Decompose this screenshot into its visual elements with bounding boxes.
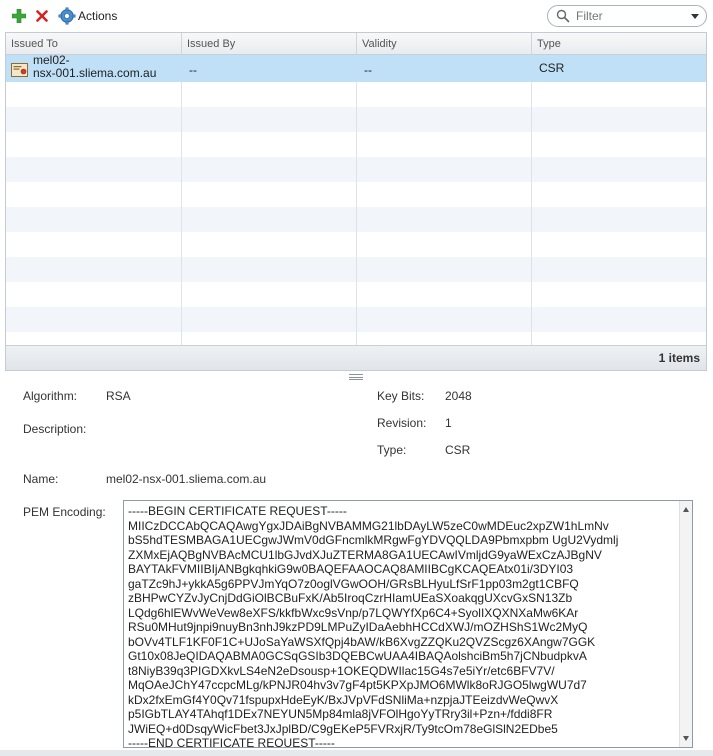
algorithm-label: Algorithm: <box>23 389 78 403</box>
name-label: Name: <box>23 472 59 486</box>
column-header-validity[interactable]: Validity <box>357 33 532 55</box>
description-label: Description: <box>23 422 87 436</box>
column-divider <box>181 55 182 347</box>
scrollbar[interactable] <box>679 501 692 747</box>
keybits-label: Key Bits: <box>377 389 425 403</box>
column-header-issued-to[interactable]: Issued To <box>6 33 182 55</box>
type-label: Type: <box>377 443 407 457</box>
table-row[interactable]: mel02- nsx-001.sliema.com.au -- -- CSR <box>6 54 706 82</box>
revision-value: 1 <box>445 416 452 430</box>
pem-encoding-textarea[interactable]: -----BEGIN CERTIFICATE REQUEST----- MIIC… <box>123 500 693 748</box>
certificate-icon <box>11 63 28 77</box>
pem-encoding-label: PEM Encoding: <box>23 505 106 519</box>
validity-cell: -- <box>364 63 372 77</box>
gear-icon <box>58 7 76 25</box>
type-value: CSR <box>445 443 471 457</box>
name-value: mel02-nsx-001.sliema.com.au <box>106 472 267 486</box>
algorithm-value: RSA <box>106 389 131 403</box>
column-header-type[interactable]: Type <box>532 33 706 55</box>
type-cell: CSR <box>539 61 565 75</box>
grid-footer: 1 items <box>6 345 706 370</box>
grid-header: Issued To Issued By Validity Type <box>6 33 706 55</box>
filter-box[interactable] <box>547 5 707 27</box>
actions-label: Actions <box>78 9 118 23</box>
column-divider <box>531 55 532 347</box>
resize-handle[interactable] <box>349 374 363 380</box>
delete-icon[interactable] <box>36 6 52 26</box>
certificates-grid: Issued To Issued By Validity Type mel02-… <box>5 32 707 371</box>
toolbar: Actions <box>0 0 713 32</box>
filter-input[interactable] <box>574 8 684 24</box>
revision-label: Revision: <box>377 416 427 430</box>
keybits-value: 2048 <box>445 389 472 403</box>
chevron-down-icon[interactable] <box>691 14 699 19</box>
bottom-strip <box>0 750 713 756</box>
issued-by-cell: -- <box>189 63 197 77</box>
scroll-up-icon[interactable] <box>683 507 689 512</box>
actions-button[interactable]: Actions <box>58 6 117 26</box>
item-count: 1 items <box>658 351 700 365</box>
pem-encoding-text[interactable]: -----BEGIN CERTIFICATE REQUEST----- MIIC… <box>124 501 680 747</box>
search-icon <box>556 9 570 23</box>
column-divider <box>356 55 357 347</box>
issued-to-cell: mel02- nsx-001.sliema.com.au <box>33 54 156 80</box>
add-icon[interactable] <box>12 6 30 26</box>
issued-to-line2: nsx-001.sliema.com.au <box>33 66 157 80</box>
column-header-issued-by[interactable]: Issued By <box>182 33 357 55</box>
scroll-down-icon[interactable] <box>683 736 689 741</box>
